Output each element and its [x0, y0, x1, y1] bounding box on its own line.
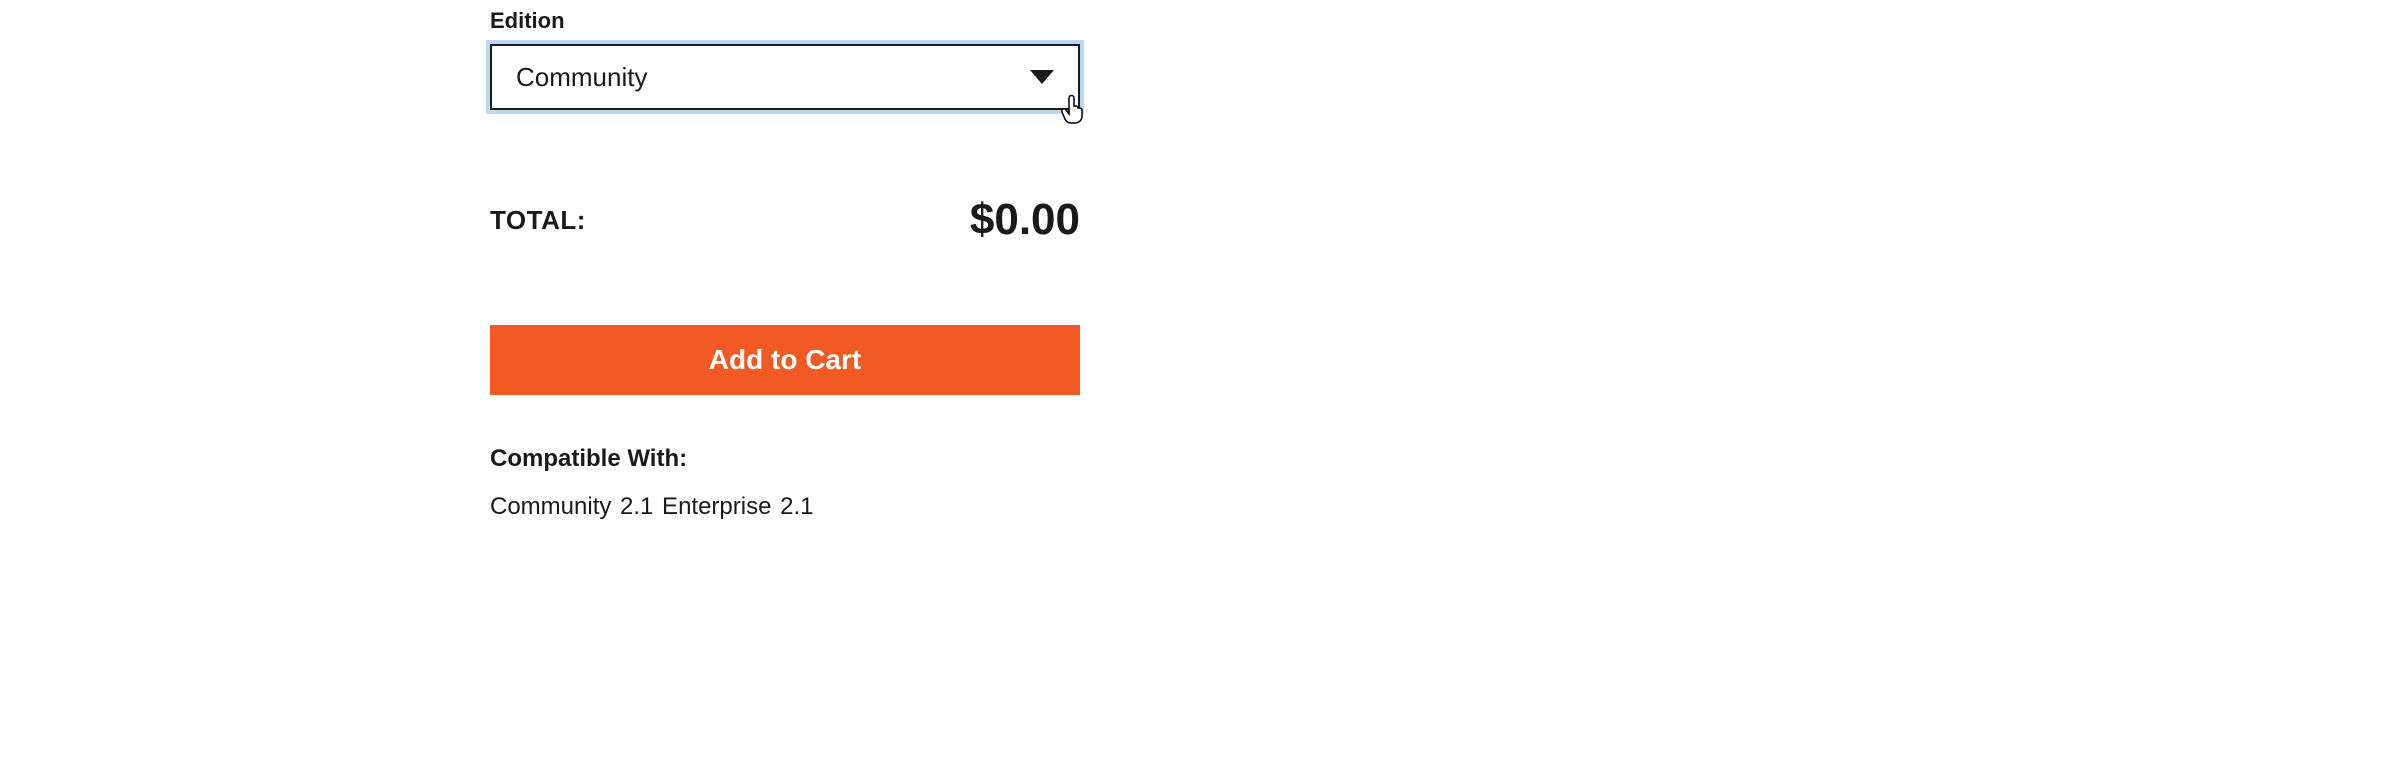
- total-value: $0.00: [970, 195, 1080, 245]
- compatible-with-label: Compatible With:: [490, 445, 1080, 473]
- edition-select[interactable]: Community: [490, 44, 1080, 110]
- cursor-hand-icon: [1060, 94, 1086, 129]
- compatible-with-value: Community 2.1 Enterprise 2.1: [490, 493, 1080, 521]
- purchase-panel: Edition Community TOTAL: $0.00 Add to Ca…: [490, 8, 1080, 521]
- total-label: TOTAL:: [490, 205, 586, 236]
- add-to-cart-label: Add to Cart: [709, 344, 861, 376]
- add-to-cart-button[interactable]: Add to Cart: [490, 325, 1080, 395]
- chevron-down-icon: [1030, 70, 1054, 84]
- edition-label: Edition: [490, 8, 1080, 34]
- edition-select-wrap: Community: [490, 44, 1080, 110]
- edition-selected-value: Community: [516, 62, 647, 93]
- total-row: TOTAL: $0.00: [490, 195, 1080, 245]
